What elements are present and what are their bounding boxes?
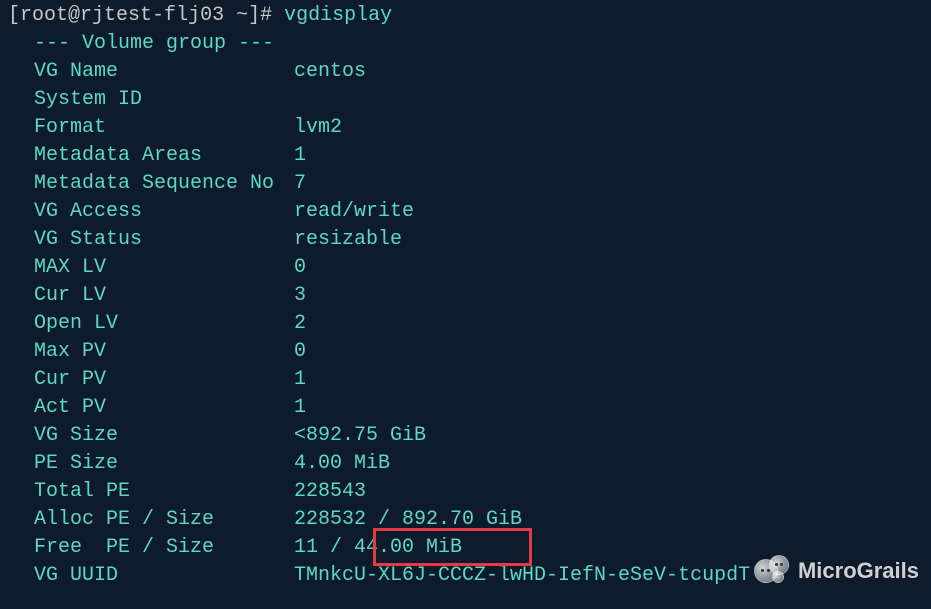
field-value: 1 bbox=[294, 142, 306, 170]
prompt-at: @ bbox=[68, 4, 80, 27]
output-row: Metadata Sequence No7 bbox=[8, 170, 923, 198]
field-value: 1 bbox=[294, 394, 306, 422]
output-row: VG Accessread/write bbox=[8, 198, 923, 226]
field-value: resizable bbox=[294, 226, 402, 254]
field-label: Cur PV bbox=[34, 366, 294, 394]
output-row: System ID bbox=[8, 86, 923, 114]
field-label: Metadata Sequence No bbox=[34, 170, 294, 198]
watermark: MicroGrails bbox=[754, 555, 919, 587]
field-value: 7 bbox=[294, 170, 306, 198]
field-label: Act PV bbox=[34, 394, 294, 422]
prompt-close-bracket: ] bbox=[248, 4, 260, 27]
output-row: VG Statusresizable bbox=[8, 226, 923, 254]
field-value: lvm2 bbox=[294, 114, 342, 142]
field-label: Metadata Areas bbox=[34, 142, 294, 170]
output-row: Cur PV1 bbox=[8, 366, 923, 394]
field-value: 11 / 44.00 MiB bbox=[294, 534, 462, 562]
output-row: Act PV1 bbox=[8, 394, 923, 422]
field-label: VG Size bbox=[34, 422, 294, 450]
output-row: MAX LV0 bbox=[8, 254, 923, 282]
prompt-symbol: # bbox=[260, 4, 284, 27]
field-label: VG Status bbox=[34, 226, 294, 254]
output-row: VG Size<892.75 GiB bbox=[8, 422, 923, 450]
field-value: 1 bbox=[294, 366, 306, 394]
watermark-text: MicroGrails bbox=[798, 556, 919, 587]
field-label: Format bbox=[34, 114, 294, 142]
prompt-path: ~ bbox=[224, 4, 248, 27]
field-value: 2 bbox=[294, 310, 306, 338]
vg-header: --- Volume group --- bbox=[8, 30, 923, 58]
field-label: Alloc PE / Size bbox=[34, 506, 294, 534]
field-label: Max PV bbox=[34, 338, 294, 366]
prompt-host: rjtest-flj03 bbox=[80, 4, 224, 27]
field-value: 228543 bbox=[294, 478, 366, 506]
output-row: Metadata Areas1 bbox=[8, 142, 923, 170]
output-row: PE Size4.00 MiB bbox=[8, 450, 923, 478]
output-row: Formatlvm2 bbox=[8, 114, 923, 142]
field-label: Total PE bbox=[34, 478, 294, 506]
output-row: Max PV0 bbox=[8, 338, 923, 366]
prompt-line: [root@rjtest-flj03 ~]# vgdisplay bbox=[8, 2, 923, 30]
field-value: 0 bbox=[294, 338, 306, 366]
field-label: MAX LV bbox=[34, 254, 294, 282]
output-row: Open LV2 bbox=[8, 310, 923, 338]
output-row: Alloc PE / Size228532 / 892.70 GiB bbox=[8, 506, 923, 534]
output-row: Total PE228543 bbox=[8, 478, 923, 506]
field-value: centos bbox=[294, 58, 366, 86]
prompt-open-bracket: [ bbox=[8, 4, 20, 27]
field-label: Free PE / Size bbox=[34, 534, 294, 562]
field-label: VG UUID bbox=[34, 562, 294, 590]
prompt-user: root bbox=[20, 4, 68, 27]
command-text: vgdisplay bbox=[284, 4, 392, 27]
field-value: 4.00 MiB bbox=[294, 450, 390, 478]
field-value: TMnkcU-XL6J-CCCZ-lwHD-IefN-eSeV-tcupdT bbox=[294, 562, 750, 590]
field-label: VG Name bbox=[34, 58, 294, 86]
field-value: 228532 / 892.70 GiB bbox=[294, 506, 522, 534]
field-label: Cur LV bbox=[34, 282, 294, 310]
field-label: VG Access bbox=[34, 198, 294, 226]
field-value: read/write bbox=[294, 198, 414, 226]
terminal-output: [root@rjtest-flj03 ~]# vgdisplay --- Vol… bbox=[0, 0, 931, 592]
field-value: <892.75 GiB bbox=[294, 422, 426, 450]
field-label: System ID bbox=[34, 86, 294, 114]
field-value: 0 bbox=[294, 254, 306, 282]
field-value: 3 bbox=[294, 282, 306, 310]
field-label: PE Size bbox=[34, 450, 294, 478]
output-row: Cur LV3 bbox=[8, 282, 923, 310]
wechat-icon bbox=[754, 555, 794, 587]
output-row: VG Namecentos bbox=[8, 58, 923, 86]
field-label: Open LV bbox=[34, 310, 294, 338]
